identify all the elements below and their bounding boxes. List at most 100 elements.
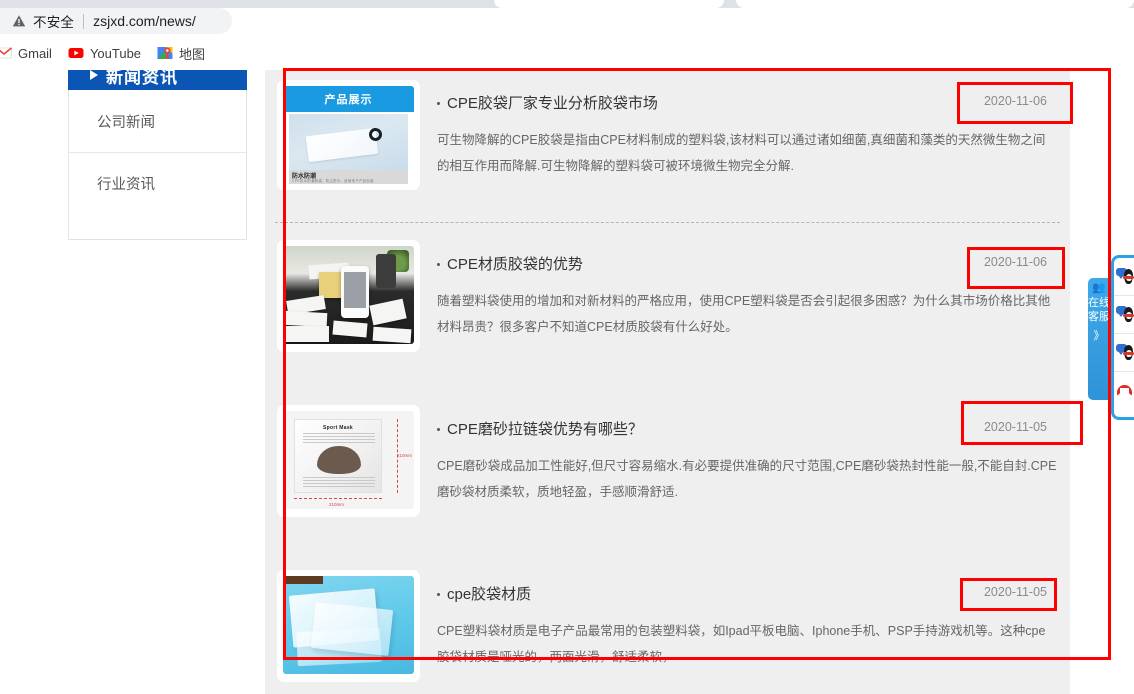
bookmark-maps[interactable]: 地图: [149, 41, 213, 65]
news-title-link[interactable]: CPE磨砂拉链袋优势有哪些？: [437, 418, 1057, 439]
news-thumbnail-link[interactable]: Sport Mask 210mm 210mm: [277, 405, 420, 517]
qq-chat-icon: [1116, 267, 1134, 287]
browser-tab[interactable]: [494, 0, 724, 8]
youtube-icon: [68, 48, 84, 58]
thumb-caption-bar: 防水防潮 CPE防水防潮胶袋，防尘防污，适用电子产品包装: [289, 170, 408, 184]
phone-contact-row[interactable]: [1114, 372, 1134, 410]
bag-shape: [310, 602, 394, 656]
news-description: 可生物降解的CPE胶袋是指由CPE材料制成的塑料袋,该材料可以通过诸如细菌,真细…: [437, 133, 1046, 173]
qq-chat-icon: [1116, 343, 1134, 363]
item-separator: [275, 222, 1060, 223]
browser-chrome: 不安全 zsjxd.com/news/ Gmail YouTube 地图: [0, 0, 1134, 70]
text-lines: [303, 477, 375, 489]
news-title-link[interactable]: CPE胶袋厂家专业分析胶袋市场: [437, 92, 1057, 113]
news-title-text: CPE磨砂拉链袋优势有哪些？: [447, 421, 643, 438]
sidebar-header-label: 新闻资讯: [106, 70, 178, 87]
news-thumbnail-link[interactable]: [277, 570, 420, 682]
bookmarks-bar: Gmail YouTube 地图: [0, 41, 213, 65]
bullet-icon: [437, 592, 440, 596]
news-text-block: CPE磨砂拉链袋优势有哪些？ CPE磨砂袋成品加工性能好,但尺寸容易缩水.有必要…: [437, 418, 1057, 505]
mid-gutter: [247, 70, 265, 694]
news-list: 产品展示 防水防潮 CPE防水防潮胶袋，防尘防污，适用电子产品包装 CPE胶袋厂…: [265, 70, 1070, 694]
dimension-label-vertical: 210mm: [396, 453, 412, 458]
bag-shape: [305, 127, 379, 163]
qq-chat-icon: [1116, 305, 1134, 325]
sidebar-item-industry-news[interactable]: 行业资讯: [69, 152, 246, 214]
qq-contact-row[interactable]: [1114, 296, 1134, 334]
news-date: 2020-11-06: [983, 94, 1047, 108]
sidebar-header: 新闻资讯: [68, 70, 247, 90]
phone-shape: [341, 266, 369, 318]
thumb-photo: [289, 114, 408, 170]
triangle-warning-icon: [12, 14, 26, 28]
news-title-text: CPE材质胶袋的优势: [447, 256, 583, 273]
news-title-link[interactable]: CPE材质胶袋的优势: [437, 253, 1057, 274]
bag-shape: Sport Mask: [294, 419, 382, 493]
customer-service-widget[interactable]: 👥 在线客服 》: [1088, 255, 1134, 420]
thumb-caption-sub: CPE防水防潮胶袋，防尘防污，适用电子产品包装: [292, 179, 374, 183]
customer-service-toggle[interactable]: 👥 在线客服 》: [1088, 278, 1110, 400]
ring-shape: [368, 127, 383, 142]
browser-tab-active[interactable]: [736, 0, 1134, 8]
bullet-icon: [437, 101, 440, 105]
thumbnail-phone-packaging: [283, 246, 414, 344]
page-viewport: 新闻资讯 公司新闻 行业资讯 产品展示 防水防潮 CPE防水防潮胶袋，防尘防污，…: [0, 70, 1134, 694]
people-icon: 👥: [1092, 282, 1106, 294]
news-thumbnail-link[interactable]: 产品展示 防水防潮 CPE防水防潮胶袋，防尘防污，适用电子产品包装: [277, 80, 420, 190]
bookmark-label: Gmail: [18, 45, 52, 61]
news-text-block: CPE胶袋厂家专业分析胶袋市场 可生物降解的CPE胶袋是指由CPE材料制成的塑料…: [437, 92, 1057, 179]
tab-strip: [0, 0, 1134, 8]
sidebar-item-label: 公司新闻: [97, 114, 155, 131]
bookmark-youtube[interactable]: YouTube: [60, 41, 149, 65]
omnibox-divider: [83, 13, 85, 29]
news-list-item[interactable]: cpe胶袋材质 CPE塑料袋材质是电子产品最常用的包装塑料袋，如Ipad平板电脑…: [265, 565, 1070, 694]
sidebar-item-label: 行业资讯: [97, 177, 155, 193]
bag-shape: [284, 310, 328, 328]
news-date: 2020-11-05: [983, 420, 1047, 434]
chevron-right-icon: 》: [1093, 330, 1105, 342]
sidebar-item-company-news[interactable]: 公司新闻: [69, 90, 246, 152]
bookmark-label: YouTube: [89, 45, 142, 61]
news-date: 2020-11-05: [983, 585, 1047, 599]
qq-contact-row[interactable]: [1114, 258, 1134, 296]
gmail-icon: [0, 47, 12, 59]
bookmark-label: 地图: [179, 46, 206, 62]
thumbnail-product-display: 产品展示 防水防潮 CPE防水防潮胶袋，防尘防污，适用电子产品包装: [283, 86, 414, 184]
bag-shape: [372, 326, 412, 344]
phone-shape: [376, 254, 396, 288]
backdrop-shape: [283, 576, 323, 584]
bullet-icon: [437, 262, 440, 266]
news-list-item[interactable]: CPE材质胶袋的优势 随着塑料袋使用的增加和对新材料的严格应用，使用CPE塑料袋…: [265, 235, 1070, 555]
thumb-banner-label: 产品展示: [324, 94, 373, 106]
qq-contact-row[interactable]: [1114, 334, 1134, 372]
sidebar-nav: 新闻资讯 公司新闻 行业资讯: [68, 70, 247, 240]
news-date: 2020-11-06: [983, 255, 1047, 269]
tab-gap: [482, 0, 494, 8]
bullet-icon: [437, 427, 440, 431]
news-title-text: cpe胶袋材质: [447, 586, 532, 603]
news-description: CPE磨砂袋成品加工性能好,但尺寸容易缩水.有必要提供准确的尺寸范围,CPE磨砂…: [437, 459, 1057, 499]
tab-gap: [724, 0, 736, 8]
news-description: CPE塑料袋材质是电子产品最常用的包装塑料袋，如Ipad平板电脑、Iphone手…: [437, 624, 1046, 664]
url-text: zsjxd.com/news/: [93, 13, 196, 29]
news-text-block: cpe胶袋材质 CPE塑料袋材质是电子产品最常用的包装塑料袋，如Ipad平板电脑…: [437, 583, 1057, 670]
thumb-banner: 产品展示: [283, 86, 414, 112]
dimension-line-horizontal: [294, 498, 382, 499]
news-description: 随着塑料袋使用的增加和对新材料的严格应用，使用CPE塑料袋是否会引起很多困惑？为…: [437, 294, 1051, 334]
dimension-label-horizontal: 210mm: [329, 502, 345, 507]
address-bar[interactable]: 不安全 zsjxd.com/news/: [0, 8, 232, 34]
play-triangle-icon: [90, 70, 98, 80]
news-list-item[interactable]: 产品展示 防水防潮 CPE防水防潮胶袋，防尘防污，适用电子产品包装 CPE胶袋厂…: [265, 70, 1070, 223]
news-text-block: CPE材质胶袋的优势 随着塑料袋使用的增加和对新材料的严格应用，使用CPE塑料袋…: [437, 253, 1057, 340]
news-list-item[interactable]: Sport Mask 210mm 210mm CPE磨砂拉链袋优势有哪些？ CP…: [265, 400, 1070, 555]
left-gutter: [0, 70, 68, 694]
bookmark-gmail[interactable]: Gmail: [0, 41, 60, 65]
news-title-link[interactable]: cpe胶袋材质: [437, 583, 1057, 604]
news-thumbnail-link[interactable]: [277, 240, 420, 352]
bag-shape: [283, 326, 329, 342]
thumbnail-mask-zipper-bag: Sport Mask 210mm 210mm: [283, 411, 414, 509]
text-lines: [303, 433, 375, 445]
bag-shape: [332, 320, 368, 338]
google-maps-icon: [157, 47, 173, 59]
phone-icon: [1116, 382, 1134, 400]
